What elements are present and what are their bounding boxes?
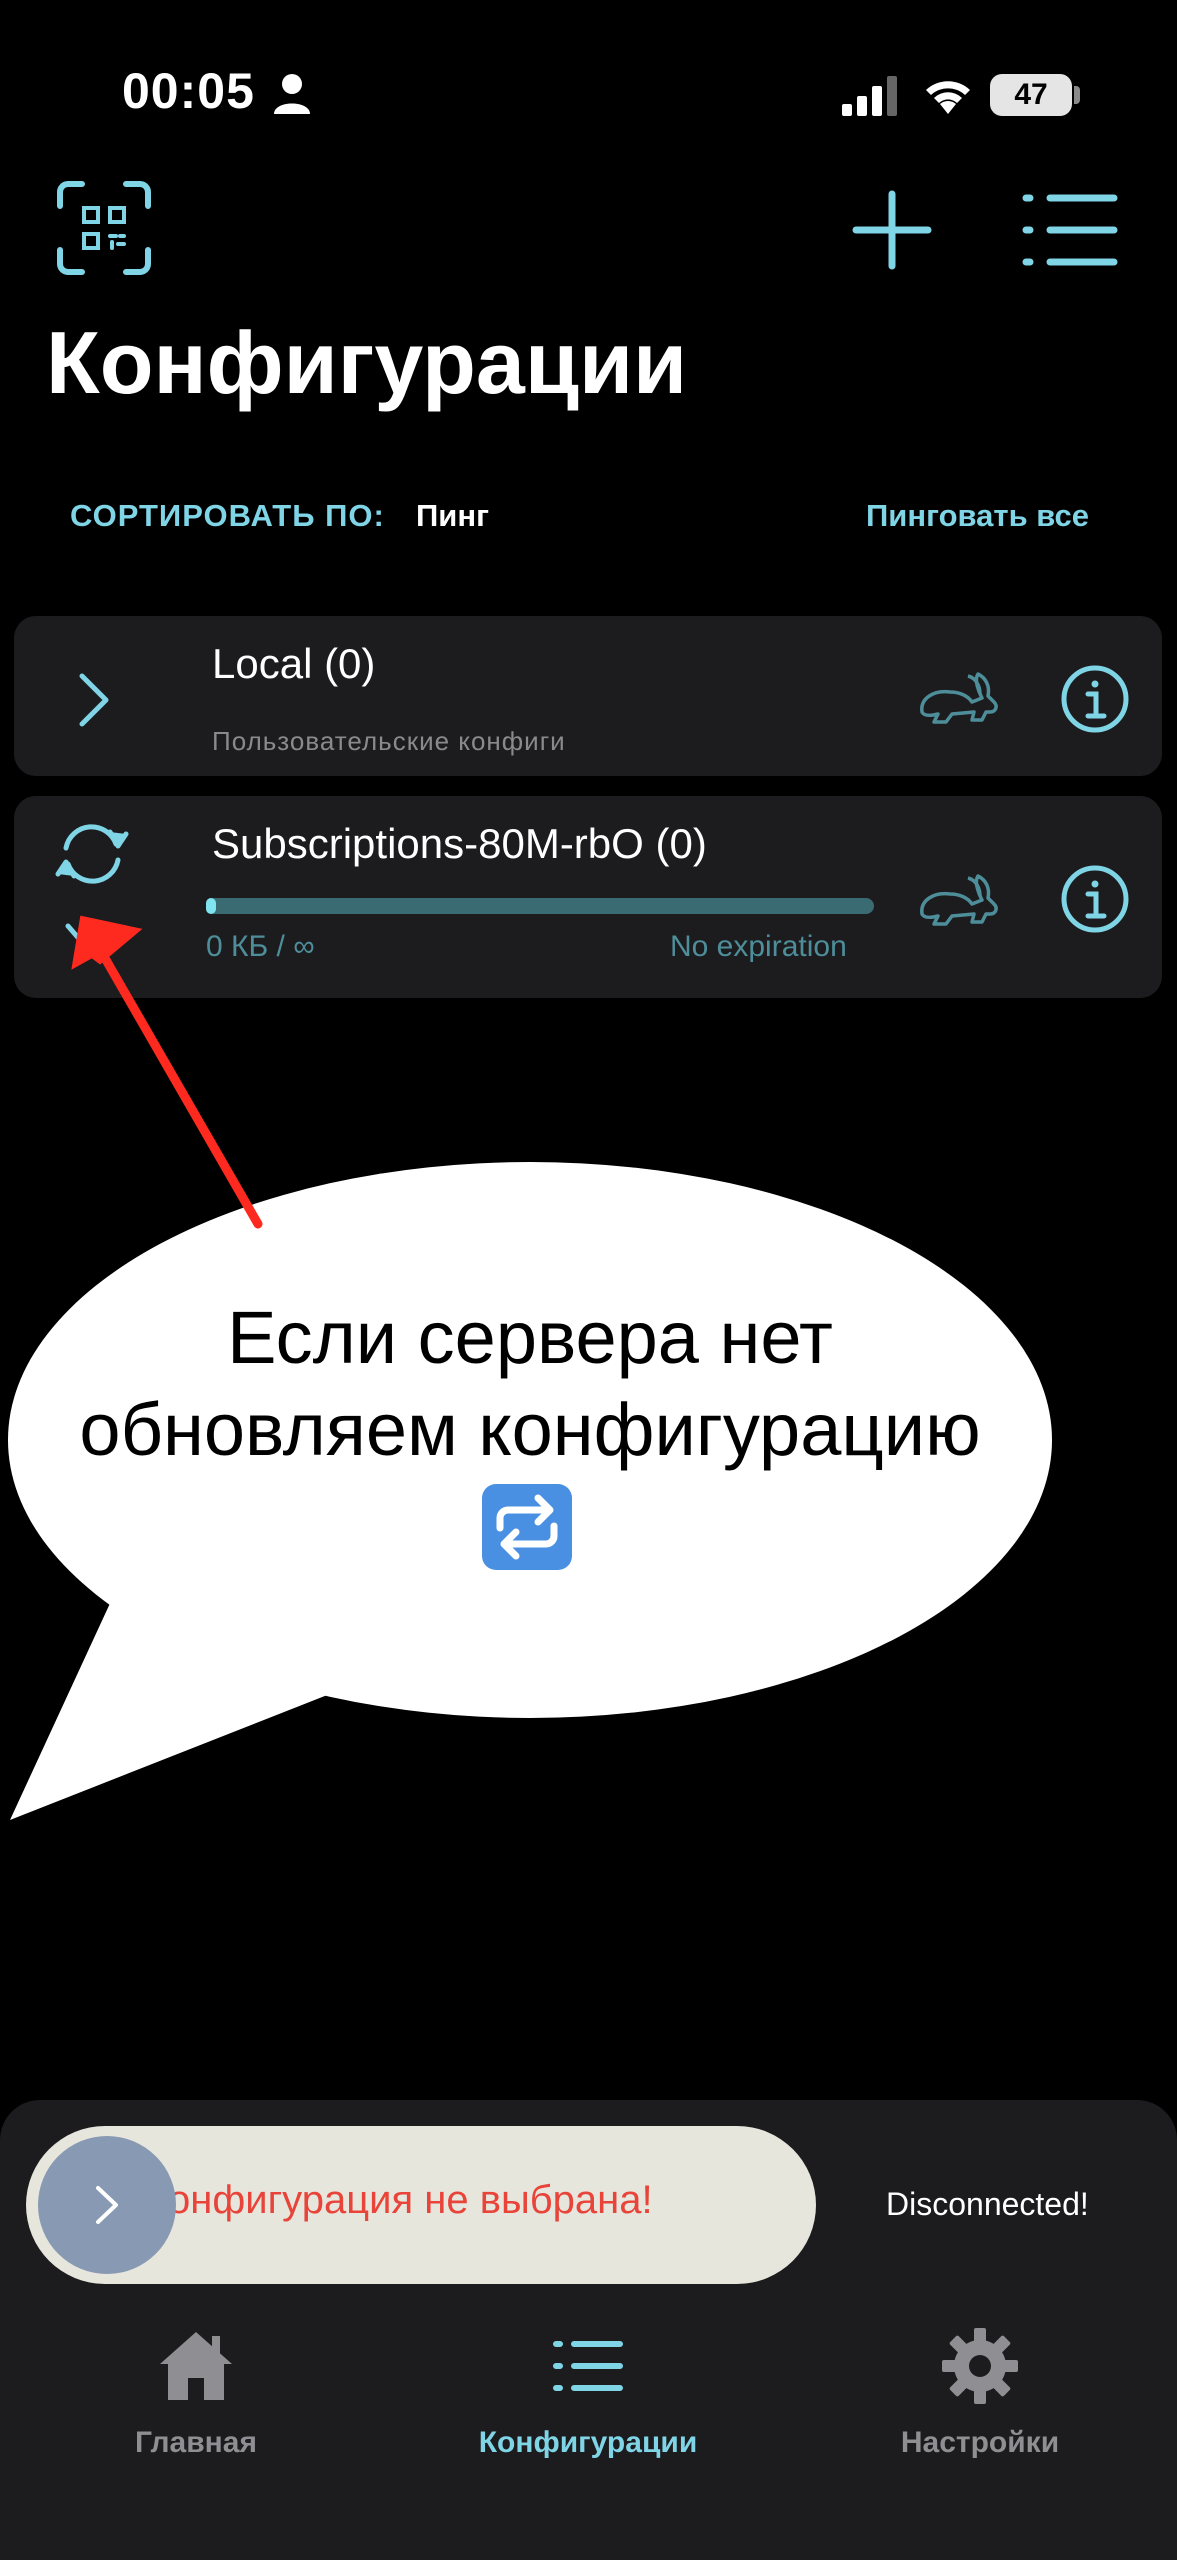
nav-tab-home[interactable]: Главная (96, 2326, 296, 2466)
group-title: Subscriptions-80M-rbO (0) (212, 820, 707, 867)
cellular-signal-icon (842, 76, 897, 116)
chevron-right-icon[interactable] (74, 670, 114, 730)
qr-scan-icon[interactable] (56, 180, 152, 276)
list-menu-icon[interactable] (1020, 190, 1120, 270)
home-icon (160, 2332, 232, 2400)
connection-status: Disconnected! (886, 2186, 1089, 2222)
rabbit-speed-icon[interactable] (916, 870, 1000, 930)
nav-label-settings: Настройки (900, 2426, 1060, 2459)
person-icon (274, 74, 310, 114)
refresh-icon[interactable] (54, 818, 130, 890)
usage-progress-bar (206, 898, 874, 914)
info-icon[interactable] (1060, 664, 1130, 734)
list-icon (553, 2341, 623, 2391)
usage-progress-fill (206, 898, 216, 914)
chevron-right-icon (96, 2186, 118, 2224)
group-title: Local (0) (212, 640, 376, 687)
ping-all-button[interactable]: Пинговать все (866, 498, 1089, 534)
nav-tab-configs[interactable]: Конфигурации (438, 2326, 738, 2466)
usage-text: 0 КБ / ∞ (206, 930, 315, 963)
status-time: 00:05 (122, 63, 255, 119)
rabbit-speed-icon[interactable] (916, 668, 1000, 728)
annotation-line-1: Если сервера нет (227, 1296, 833, 1379)
sort-dropdown[interactable]: Пинг (416, 498, 489, 534)
sort-label: СОРТИРОВАТЬ ПО: (70, 498, 385, 533)
group-subtitle: Пользовательские конфиги (212, 726, 566, 756)
info-icon[interactable] (1060, 864, 1130, 934)
expiration-text: No expiration (670, 930, 847, 963)
connection-banner-text: онфигурация не выбрана! (168, 2178, 653, 2222)
gear-icon (942, 2328, 1018, 2404)
nav-tab-settings[interactable]: Настройки (880, 2326, 1080, 2466)
nav-label-configs: Конфигурации (478, 2426, 698, 2459)
page-title: Конфигурации (46, 313, 688, 412)
annotation-line-2: обновляем конфигурацию (79, 1388, 981, 1471)
battery-indicator: 47 (990, 74, 1072, 116)
wifi-icon (926, 81, 970, 114)
chevron-down-icon[interactable] (62, 920, 112, 954)
connect-slider-knob[interactable] (38, 2136, 176, 2274)
add-config-icon[interactable] (852, 190, 932, 270)
nav-label-home: Главная (134, 2426, 257, 2459)
battery-tip (1074, 86, 1080, 104)
repeat-emoji-icon (482, 1484, 572, 1570)
